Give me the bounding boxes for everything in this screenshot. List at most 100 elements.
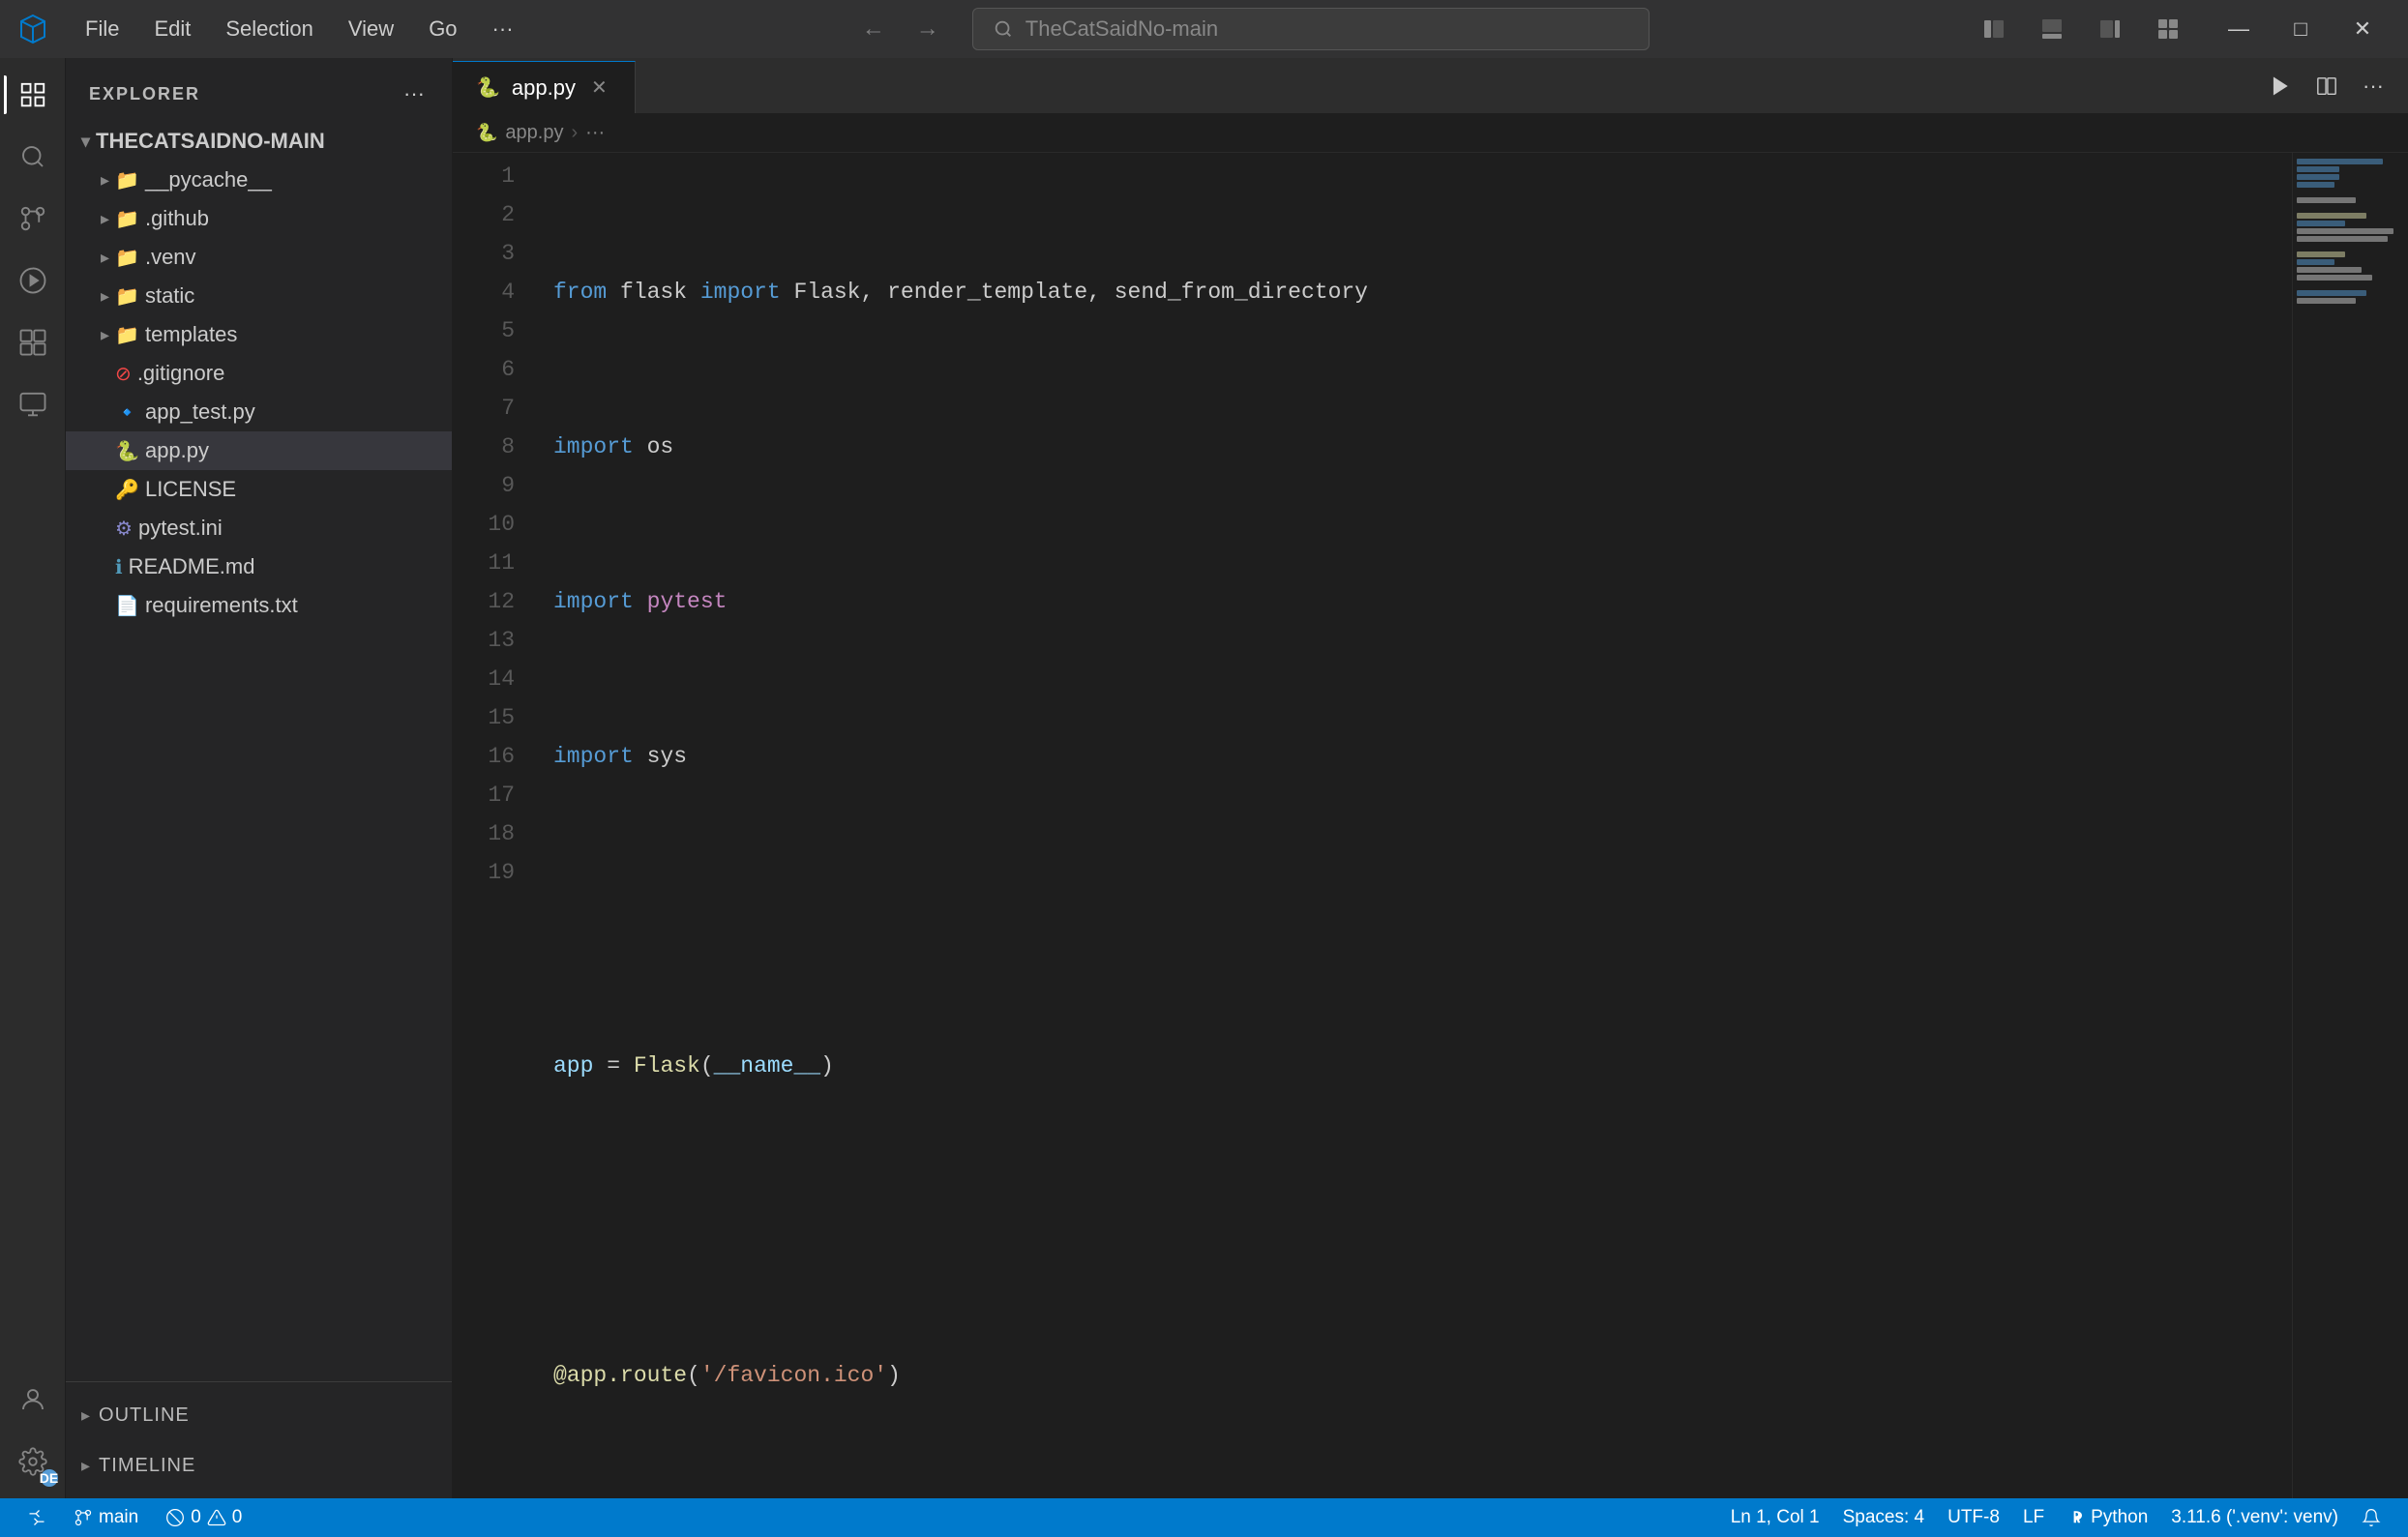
activity-search[interactable]	[4, 128, 62, 186]
code-content[interactable]: from flask import Flask, render_template…	[530, 153, 2292, 1498]
folder-github-label: .github	[145, 206, 209, 231]
root-folder-label: THECATSAIDNO-MAIN	[96, 129, 325, 154]
file-app-test[interactable]: ▸ 🔹 app_test.py	[66, 393, 452, 431]
file-app-py[interactable]: ▸ 🐍 app.py	[66, 431, 452, 470]
minimap	[2292, 153, 2408, 1498]
spaces-text: Spaces: 4	[1843, 1507, 1925, 1528]
more-actions-button[interactable]: ···	[2354, 67, 2393, 105]
python-interpreter[interactable]: 3.11.6 ('.venv': venv)	[2159, 1498, 2350, 1537]
line-ending-text: LF	[2023, 1507, 2044, 1528]
indentation[interactable]: Spaces: 4	[1831, 1498, 1937, 1537]
activity-explorer[interactable]	[4, 66, 62, 124]
sidebar-more-button[interactable]: ···	[400, 77, 429, 110]
cursor-position[interactable]: Ln 1, Col 1	[1719, 1498, 1831, 1537]
folder-templates-label: templates	[145, 322, 237, 347]
sidebar-title: EXPLORER	[89, 84, 200, 104]
line-numbers: 1 2 3 4 5 6 7 8 9 10 11 12 13 14 15 16 1…	[453, 153, 530, 1498]
title-bar: File Edit Selection View Go ··· ← → TheC…	[0, 0, 2408, 58]
notifications-button[interactable]	[2350, 1498, 2393, 1537]
breadcrumb-more[interactable]: ···	[585, 122, 605, 144]
remote-status[interactable]	[15, 1498, 58, 1537]
breadcrumb: 🐍 app.py › ···	[453, 114, 2408, 153]
encoding-status[interactable]: UTF-8	[1936, 1498, 2011, 1537]
timeline-chevron-icon: ▸	[81, 1456, 91, 1476]
code-editor[interactable]: 1 2 3 4 5 6 7 8 9 10 11 12 13 14 15 16 1…	[453, 153, 2408, 1498]
folder-github[interactable]: ▸ 📁 .github	[66, 199, 452, 238]
status-right: Ln 1, Col 1 Spaces: 4 UTF-8 LF Python 3.…	[1719, 1498, 2393, 1537]
folder-venv-label: .venv	[145, 245, 196, 270]
toggle-right-panel-button[interactable]	[2089, 8, 2131, 50]
outline-section[interactable]: ▸ OUTLINE	[66, 1390, 452, 1440]
python-file-icon: 🔹	[115, 400, 139, 425]
command-palette[interactable]: TheCatSaidNo-main	[972, 8, 1650, 50]
file-pytest-ini-label: pytest.ini	[138, 516, 223, 541]
code-line-8: @app.route('/favicon.ico')	[553, 1356, 2292, 1395]
folder-static-label: static	[145, 283, 194, 309]
folder-icon: 📁	[115, 323, 139, 347]
branch-name: main	[99, 1507, 138, 1528]
window-controls: — □ ✕	[2209, 0, 2393, 58]
close-button[interactable]: ✕	[2333, 0, 2393, 58]
encoding-text: UTF-8	[1947, 1507, 2000, 1528]
folder-static[interactable]: ▸ 📁 static	[66, 277, 452, 315]
file-gitignore[interactable]: ▸ ⊘ .gitignore	[66, 354, 452, 393]
nav-forward-button[interactable]: →	[907, 8, 949, 50]
chevron-right-icon: ▸	[101, 286, 109, 307]
nav-back-button[interactable]: ←	[852, 8, 895, 50]
toggle-panel-button[interactable]	[2031, 8, 2073, 50]
menu-file[interactable]: File	[70, 13, 134, 45]
timeline-section[interactable]: ▸ TIMELINE	[66, 1440, 452, 1491]
root-folder[interactable]: ▾ THECATSAIDNO-MAIN	[66, 122, 452, 161]
tab-close-button[interactable]: ✕	[587, 74, 611, 102]
menu-edit[interactable]: Edit	[138, 13, 206, 45]
main-layout: DE EXPLORER ··· ▾ THECATSAIDNO-MAIN ▸ 📁 …	[0, 58, 2408, 1498]
file-readme[interactable]: ▸ ℹ README.md	[66, 547, 452, 586]
run-button[interactable]	[2261, 67, 2300, 105]
folder-pycache[interactable]: ▸ 📁 __pycache__	[66, 161, 452, 199]
tab-app-py[interactable]: 🐍 app.py ✕	[453, 61, 636, 113]
branch-status[interactable]: main	[62, 1498, 150, 1537]
menu-selection[interactable]: Selection	[210, 13, 329, 45]
activity-remote[interactable]	[4, 375, 62, 433]
chevron-right-icon: ▸	[101, 170, 109, 191]
file-pytest-ini[interactable]: ▸ ⚙ pytest.ini	[66, 509, 452, 547]
menu-bar: File Edit Selection View Go ···	[70, 13, 529, 45]
maximize-button[interactable]: □	[2271, 0, 2331, 58]
code-line-4: import sys	[553, 737, 2292, 776]
minimize-button[interactable]: —	[2209, 0, 2269, 58]
code-line-2: import os	[553, 428, 2292, 466]
file-app-py-label: app.py	[145, 438, 209, 463]
breadcrumb-file[interactable]: app.py	[505, 122, 563, 144]
menu-more[interactable]: ···	[477, 13, 529, 45]
file-requirements[interactable]: ▸ 📄 requirements.txt	[66, 586, 452, 625]
language-mode[interactable]: Python	[2056, 1498, 2159, 1537]
layout-options-button[interactable]	[2147, 8, 2189, 50]
line-ending-status[interactable]: LF	[2011, 1498, 2056, 1537]
code-line-3: import pytest	[553, 582, 2292, 621]
tab-bar-actions: ···	[2261, 67, 2408, 113]
error-status[interactable]: 0 0	[154, 1498, 253, 1537]
language-text: Python	[2091, 1507, 2148, 1528]
activity-run-debug[interactable]	[4, 251, 62, 310]
activity-source-control[interactable]	[4, 190, 62, 248]
menu-go[interactable]: Go	[413, 13, 472, 45]
md-icon: ℹ	[115, 555, 123, 579]
code-line-6: app = Flask(__name__)	[553, 1047, 2292, 1085]
toggle-sidebar-button[interactable]	[1973, 8, 2015, 50]
file-requirements-label: requirements.txt	[145, 593, 298, 618]
sidebar: EXPLORER ··· ▾ THECATSAIDNO-MAIN ▸ 📁 __p…	[66, 58, 453, 1498]
folder-venv[interactable]: ▸ 📁 .venv	[66, 238, 452, 277]
tab-label: app.py	[512, 75, 576, 101]
file-license[interactable]: ▸ 🔑 LICENSE	[66, 470, 452, 509]
activity-account[interactable]	[4, 1371, 62, 1429]
title-bar-actions	[1973, 8, 2189, 50]
folder-templates[interactable]: ▸ 📁 templates	[66, 315, 452, 354]
chevron-right-icon: ▸	[101, 248, 109, 268]
chevron-right-icon: ▸	[101, 209, 109, 229]
file-license-label: LICENSE	[145, 477, 236, 502]
menu-view[interactable]: View	[333, 13, 409, 45]
activity-extensions[interactable]	[4, 313, 62, 371]
breadcrumb-file-icon: 🐍	[476, 123, 497, 143]
split-editor-button[interactable]	[2307, 67, 2346, 105]
activity-settings[interactable]: DE	[4, 1433, 62, 1491]
